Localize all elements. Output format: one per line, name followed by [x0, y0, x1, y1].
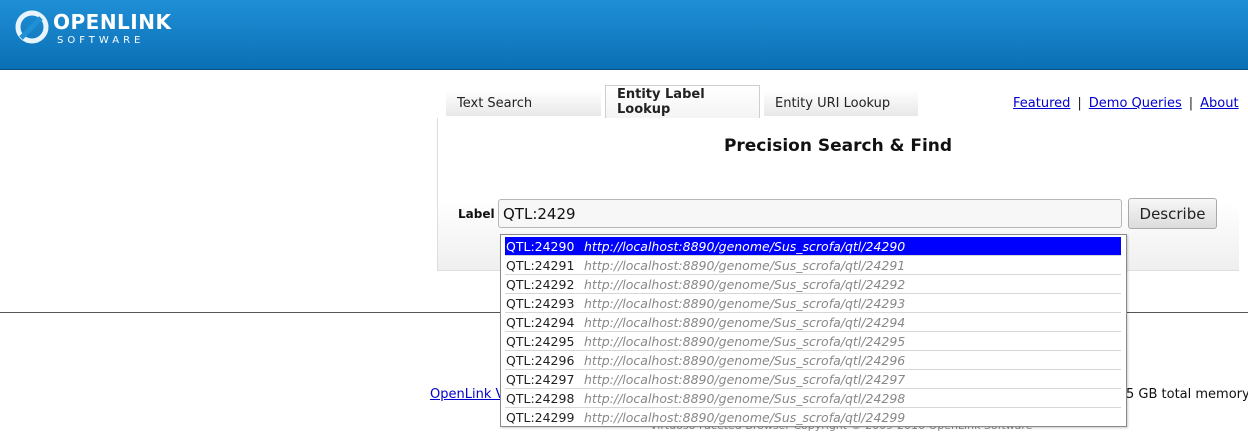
link-separator: |: [1077, 96, 1082, 111]
suggestion-uri: http://localhost:8890/genome/Sus_scrofa/…: [584, 238, 906, 254]
suggestion-item[interactable]: QTL:24297 http://localhost:8890/genome/Su…: [505, 370, 1121, 389]
suggestion-item[interactable]: QTL:24299 http://localhost:8890/genome/Su…: [505, 408, 1121, 427]
openlink-logo[interactable]: OPENLINK SOFTWARE: [15, 8, 171, 52]
openlink-logo-icon: [15, 10, 49, 44]
suggestion-uri: http://localhost:8890/genome/Sus_scrofa/…: [584, 276, 906, 292]
suggestion-id: QTL:24297: [506, 371, 575, 387]
suggestion-uri: http://localhost:8890/genome/Sus_scrofa/…: [584, 295, 906, 311]
suggestion-id: QTL:24299: [506, 410, 575, 425]
suggestion-id: QTL:24294: [506, 314, 575, 330]
autocomplete-dropdown: QTL:24290 http://localhost:8890/genome/Su…: [500, 234, 1127, 427]
describe-button[interactable]: Describe: [1128, 198, 1217, 229]
suggestion-uri: http://localhost:8890/genome/Sus_scrofa/…: [584, 314, 906, 330]
top-links: Featured | Demo Queries | About: [1013, 96, 1239, 111]
suggestion-item[interactable]: QTL:24290 http://localhost:8890/genome/Su…: [505, 237, 1121, 256]
suggestion-id: QTL:24292: [506, 276, 575, 292]
about-link[interactable]: About: [1200, 96, 1238, 111]
page-title-text: Precision Search & Find: [723, 136, 953, 156]
footer-memory-text: 5 GB total memory): [1126, 387, 1248, 402]
suggestion-uri: http://localhost:8890/genome/Sus_scrofa/…: [584, 371, 906, 387]
suggestion-uri: http://localhost:8890/genome/Sus_scrofa/…: [584, 333, 906, 349]
featured-link[interactable]: Featured: [1013, 96, 1070, 111]
suggestion-item[interactable]: QTL:24295 http://localhost:8890/genome/Su…: [505, 332, 1121, 351]
page-title: Precision Search & Find: [0, 136, 1248, 156]
logo-sub-text: SOFTWARE: [57, 35, 145, 46]
suggestion-uri: http://localhost:8890/genome/Sus_scrofa/…: [584, 257, 906, 273]
tab-text-search[interactable]: Text Search: [446, 90, 601, 116]
suggestion-item[interactable]: QTL:24296 http://localhost:8890/genome/Su…: [505, 351, 1121, 370]
label-field-label: Label: [458, 207, 495, 221]
suggestion-uri: http://localhost:8890/genome/Sus_scrofa/…: [584, 352, 906, 368]
tab-entity-uri-lookup[interactable]: Entity URI Lookup: [764, 90, 918, 116]
suggestion-item[interactable]: QTL:24293 http://localhost:8890/genome/Su…: [505, 294, 1121, 313]
suggestion-uri: http://localhost:8890/genome/Sus_scrofa/…: [584, 390, 906, 406]
suggestion-id: QTL:24298: [506, 390, 575, 406]
suggestion-uri: http://localhost:8890/genome/Sus_scrofa/…: [584, 410, 906, 425]
suggestion-item[interactable]: QTL:24291 http://localhost:8890/genome/Su…: [505, 256, 1121, 275]
suggestion-id: QTL:24293: [506, 295, 575, 311]
suggestion-item[interactable]: QTL:24292 http://localhost:8890/genome/Su…: [505, 275, 1121, 294]
site-header: OPENLINK SOFTWARE: [0, 0, 1248, 70]
suggestion-id: QTL:24291: [506, 257, 575, 273]
suggestion-id: QTL:24295: [506, 333, 575, 349]
suggestion-id: QTL:24290: [506, 238, 575, 254]
label-search-input[interactable]: [498, 199, 1122, 228]
suggestion-id: QTL:24296: [506, 352, 575, 368]
tab-entity-label-lookup[interactable]: Entity Label Lookup: [605, 85, 760, 118]
logo-main-text: OPENLINK: [53, 10, 172, 34]
demo-queries-link[interactable]: Demo Queries: [1089, 96, 1182, 111]
link-separator: |: [1188, 96, 1194, 111]
footer-openlink-link[interactable]: OpenLink Vi: [430, 387, 508, 402]
suggestion-item[interactable]: QTL:24294 http://localhost:8890/genome/Su…: [505, 313, 1121, 332]
suggestion-item[interactable]: QTL:24298 http://localhost:8890/genome/Su…: [505, 389, 1121, 408]
